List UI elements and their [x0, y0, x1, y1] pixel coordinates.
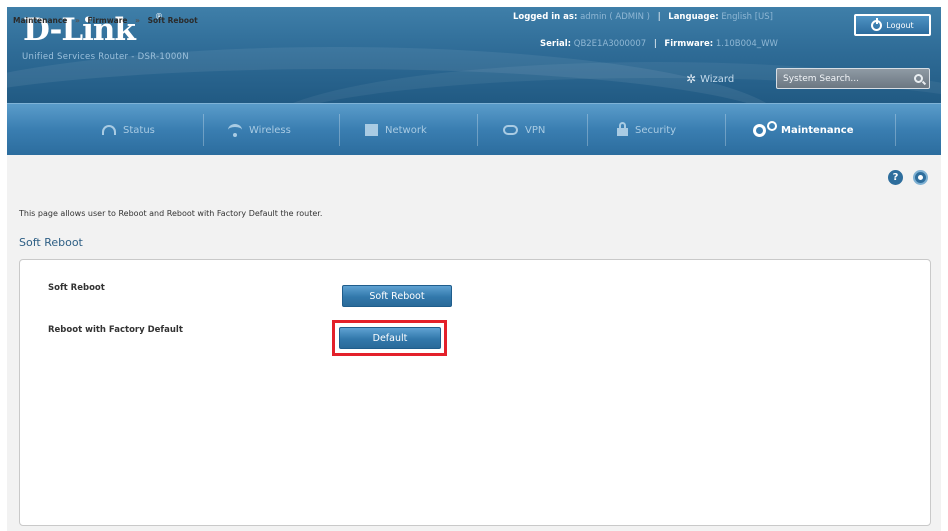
logged-in-label: Logged in as: [513, 12, 578, 22]
nav-divider [725, 114, 726, 146]
search-placeholder: System Search... [783, 73, 859, 84]
nav-divider [339, 114, 340, 146]
help-icon[interactable]: ? [888, 170, 903, 185]
logout-label: Logout [886, 20, 914, 30]
nav-vpn[interactable]: VPN [503, 104, 545, 156]
divider: | [653, 39, 657, 49]
section-title: Soft Reboot [19, 236, 83, 249]
wizard-label: Wizard [700, 73, 735, 85]
firmware-value: 1.10B004_WW [715, 39, 778, 49]
serial-value: QB2E1A3000007 [573, 39, 647, 49]
highlight-box [332, 320, 447, 356]
main-nav: Status Wireless Network VPN Security Mai… [7, 103, 941, 155]
network-icon [365, 124, 378, 136]
status-gauge-icon [102, 125, 116, 135]
logout-button[interactable]: Logout [854, 14, 931, 36]
nav-network-label: Network [385, 124, 427, 136]
device-info: Serial: QB2E1A3000007 | Firmware: 1.10B0… [540, 39, 778, 49]
nav-network[interactable]: Network [365, 104, 427, 156]
info-icon[interactable] [913, 170, 928, 185]
cloud-icon [503, 125, 518, 135]
wifi-icon [228, 124, 242, 137]
wizard-link[interactable]: ✲ Wizard [686, 72, 734, 86]
system-search-input[interactable]: System Search... [776, 68, 930, 89]
login-info: Logged in as: admin ( ADMIN ) | Language… [513, 12, 773, 22]
firmware-label: Firmware: [664, 39, 714, 49]
nav-maintenance[interactable]: Maintenance [753, 104, 854, 156]
settings-panel [19, 259, 931, 526]
factory-default-label: Reboot with Factory Default [48, 325, 183, 335]
nav-security[interactable]: Security [617, 104, 676, 156]
breadcrumb-separator: » [75, 16, 80, 25]
nav-security-label: Security [635, 124, 677, 136]
nav-divider [587, 114, 588, 146]
page-description: This page allows user to Reboot and Rebo… [19, 209, 323, 218]
nav-status-label: Status [123, 124, 155, 136]
language-label: Language: [668, 12, 719, 22]
breadcrumb-item: Soft Reboot [147, 16, 198, 25]
divider: | [657, 12, 661, 22]
nav-divider [895, 114, 896, 146]
nav-divider [477, 114, 478, 146]
nav-status[interactable]: Status [102, 104, 155, 156]
breadcrumb-item[interactable]: Firmware [88, 16, 128, 25]
language-select[interactable]: English [US] [721, 12, 773, 22]
breadcrumb: Maintenance » Firmware » Soft Reboot [13, 16, 198, 25]
search-icon[interactable] [914, 74, 923, 83]
power-icon [871, 17, 883, 31]
wand-icon: ✲ [686, 72, 697, 86]
nav-wireless-label: Wireless [249, 124, 291, 136]
nav-divider [203, 114, 204, 146]
soft-reboot-button[interactable]: Soft Reboot [342, 285, 452, 307]
serial-label: Serial: [540, 39, 572, 49]
nav-maintenance-label: Maintenance [781, 124, 854, 136]
logged-in-user: admin ( ADMIN ) [580, 12, 650, 22]
nav-wireless[interactable]: Wireless [228, 104, 291, 156]
breadcrumb-bar [7, 155, 941, 197]
lock-icon [617, 122, 628, 136]
product-subtitle: Unified Services Router - DSR-1000N [22, 52, 189, 62]
soft-reboot-label: Soft Reboot [48, 283, 105, 293]
breadcrumb-separator: » [135, 16, 140, 25]
breadcrumb-item[interactable]: Maintenance [13, 16, 67, 25]
gear-icon [753, 120, 777, 137]
nav-vpn-label: VPN [525, 124, 546, 136]
